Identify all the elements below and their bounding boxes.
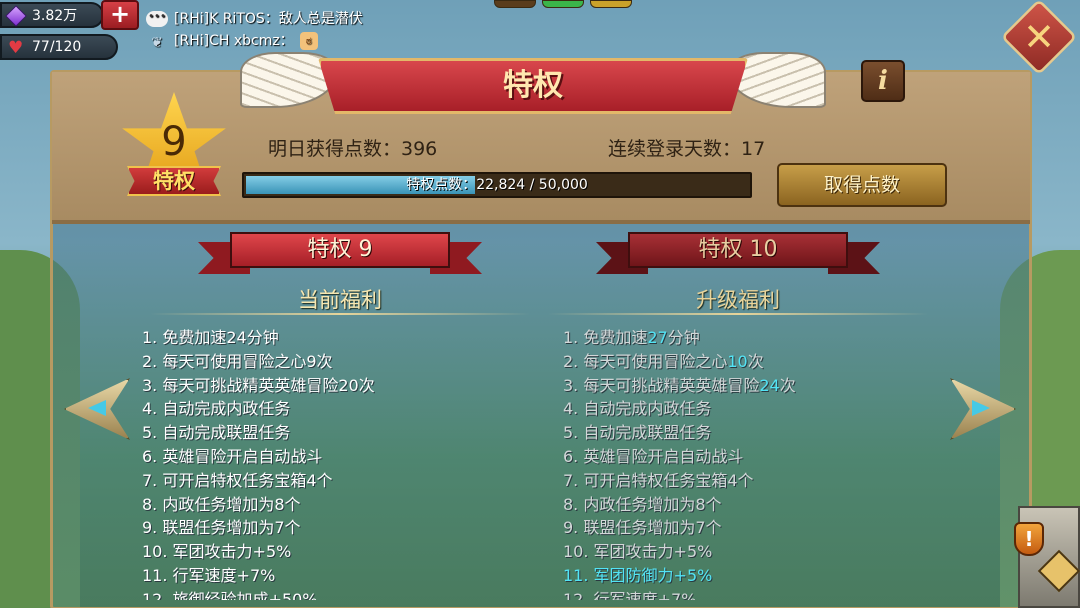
alert-icon[interactable]: ! (1014, 522, 1044, 556)
top-tab-indicator (590, 0, 632, 8)
benefit-item: 5. 自动完成联盟任务 (142, 423, 291, 443)
close-icon[interactable]: ✕ (1019, 12, 1059, 62)
benefit-text: 10. 军团攻击力+5% (563, 542, 713, 562)
top-tab-indicators (494, 0, 632, 8)
benefit-item: 3. 每天可挑战精英英雄冒险24次 (563, 374, 963, 398)
benefit-item: 8. 内政任务增加为8个 (563, 493, 963, 517)
face-emoji-icon: ಠ (299, 32, 318, 50)
benefit-text: 次 (779, 375, 796, 395)
benefit-highlight-value: 27 (647, 328, 668, 347)
benefit-text: 次 (747, 351, 764, 371)
benefit-item: 11. 行军速度+7% (142, 565, 276, 585)
vip-label: 特权 (153, 169, 195, 193)
benefit-text: 6. 英雄冒险开启自动战斗 (563, 446, 744, 466)
buy-gems-button[interactable]: + (101, 0, 139, 30)
current-benefits-heading: 当前福利 (298, 288, 382, 312)
current-benefits-list[interactable]: 1. 免费加速24分钟 2. 每天可使用冒险之心9次 3. 每天可挑战精英英雄冒险2… (142, 326, 522, 600)
upgrade-benefits-list[interactable]: 1. 免费加速27分钟 2. 每天可使用冒险之心10次 3. 每天可挑战精英英雄冒险… (563, 326, 963, 600)
benefit-item: 3. 每天可挑战精英英雄冒险20次 (142, 375, 375, 395)
benefit-item: 7. 可开启特权任务宝箱4个 (142, 470, 333, 490)
current-level-ribbon: 特权 9 (198, 232, 482, 276)
benefit-text: 11. 军团防御力+5% (563, 565, 713, 585)
benefit-text: 3. 每天可挑战精英英雄冒险 (563, 375, 760, 395)
benefit-item: 12. 行军速度+7% (563, 588, 963, 600)
guild-wing-icon: ❦ (151, 35, 163, 51)
chat-message: ❦ [RHi]CH xbcmz： ಠ (146, 30, 363, 52)
chat-bubble-icon: ••• (146, 11, 168, 27)
benefit-text: 分钟 (667, 328, 700, 347)
current-level-label: 特权 9 (307, 237, 373, 262)
progress-label: 特权点数：22,824 / 50,000 (406, 177, 588, 193)
chat-feed[interactable]: ••• [RHi]K RiTOS：敌人总是潜伏 ❦ [RHi]CH xbcmz：… (146, 8, 363, 52)
benefit-item: 12. 旅御经验加成+50% (142, 589, 318, 600)
benefit-item: 9. 联盟任务增加为7个 (142, 518, 301, 538)
benefit-item: 6. 英雄冒险开启自动战斗 (563, 445, 963, 469)
benefit-text: 7. 可开启特权任务宝箱4个 (563, 470, 754, 490)
benefit-item: 9. 联盟任务增加为7个 (563, 516, 963, 540)
benefit-item: 1. 免费加速24分钟 (142, 328, 279, 347)
get-points-button[interactable]: 取得点数 (777, 163, 947, 207)
benefit-text: 2. 每天可使用冒险之心 (563, 351, 728, 371)
benefit-highlight-value: 10 (727, 351, 748, 371)
info-button[interactable]: i (861, 60, 905, 102)
chat-message-text: [RHi]CH xbcmz： (174, 33, 294, 49)
benefit-text: 8. 内政任务增加为8个 (563, 494, 722, 514)
benefit-item: 7. 可开启特权任务宝箱4个 (563, 469, 963, 493)
benefit-text: 9. 联盟任务增加为7个 (563, 518, 722, 538)
gem-amount: 3.82万 (32, 8, 78, 24)
benefit-item: 4. 自动完成内政任务 (563, 397, 963, 421)
page-title: 特权 (503, 68, 563, 103)
chat-message-text: [RHi]K RiTOS：敌人总是潜伏 (174, 11, 363, 27)
tomorrow-points: 明日获得点数：396 (268, 138, 438, 160)
vip-level: 9 (161, 119, 187, 165)
benefit-text: 4. 自动完成内政任务 (563, 399, 712, 419)
benefit-item: 2. 每天可使用冒险之心9次 (142, 351, 333, 371)
upgrade-benefits-heading: 升级福利 (696, 288, 780, 312)
benefit-item: 10. 军团攻击力+5% (142, 542, 292, 562)
stamina-amount: 77/120 (32, 39, 82, 55)
benefit-item: 8. 内政任务增加为8个 (142, 494, 301, 514)
benefit-text: 12. 行军速度+7% (563, 589, 697, 600)
gem-counter: 3.82万 (0, 2, 104, 28)
benefit-text: 5. 自动完成联盟任务 (563, 423, 712, 443)
benefit-text: 1. 免费加速 (563, 328, 648, 347)
top-tab-indicator (494, 0, 536, 8)
benefit-item: 4. 自动完成内政任务 (142, 399, 291, 419)
benefit-item: 10. 军团攻击力+5% (563, 540, 963, 564)
next-level-ribbon: 特权 10 (596, 232, 880, 276)
benefit-item: 11. 军团防御力+5% (563, 564, 963, 588)
heart-icon: ♥ (8, 38, 24, 58)
chat-message: ••• [RHi]K RiTOS：敌人总是潜伏 (146, 8, 363, 30)
stamina-counter: ♥ 77/120 (0, 34, 118, 60)
next-level-label: 特权 10 (698, 237, 778, 262)
gem-icon (5, 5, 27, 27)
benefit-highlight-value: 24 (759, 375, 780, 395)
divider (548, 313, 928, 315)
benefit-item: 1. 免费加速27分钟 (563, 326, 963, 350)
divider (150, 313, 530, 315)
benefit-item: 6. 英雄冒险开启自动战斗 (142, 446, 323, 466)
privilege-progress-bar: 特权点数：22,824 / 50,000 (242, 172, 752, 198)
top-tab-indicator (542, 0, 584, 8)
login-streak: 连续登录天数：17 (608, 138, 766, 160)
benefit-item: 2. 每天可使用冒险之心10次 (563, 350, 963, 374)
benefit-item: 5. 自动完成联盟任务 (563, 421, 963, 445)
